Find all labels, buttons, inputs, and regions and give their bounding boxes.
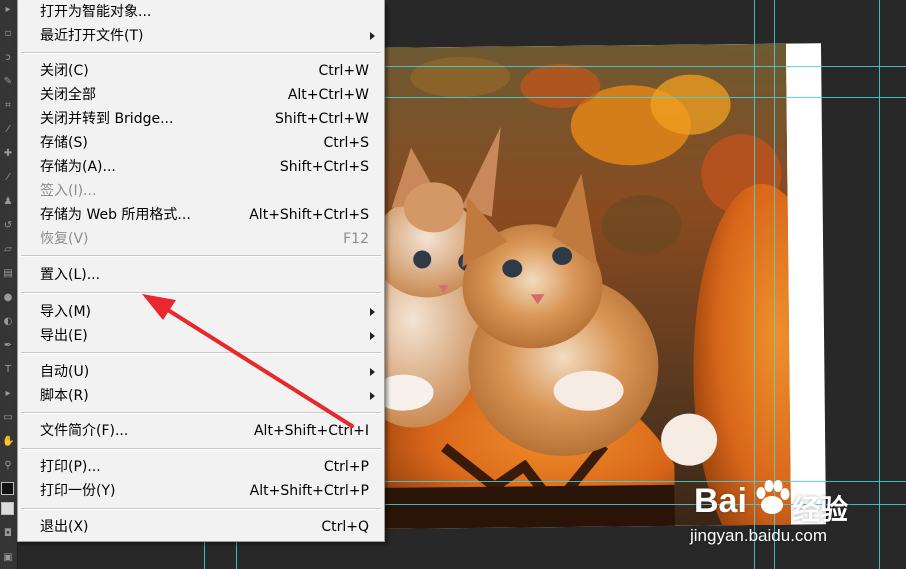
baidu-jingyan-watermark: Bai 经验 jingyan.baidu.com [688,468,898,558]
paw-icon [756,480,790,514]
watermark-url: jingyan.baidu.com [690,526,828,545]
annotation-arrow-head [142,294,176,320]
watermark-brand-right: 经验 [792,494,849,525]
watermark-brand-left: Bai [694,482,747,520]
annotation-arrow-shaft [158,303,354,428]
